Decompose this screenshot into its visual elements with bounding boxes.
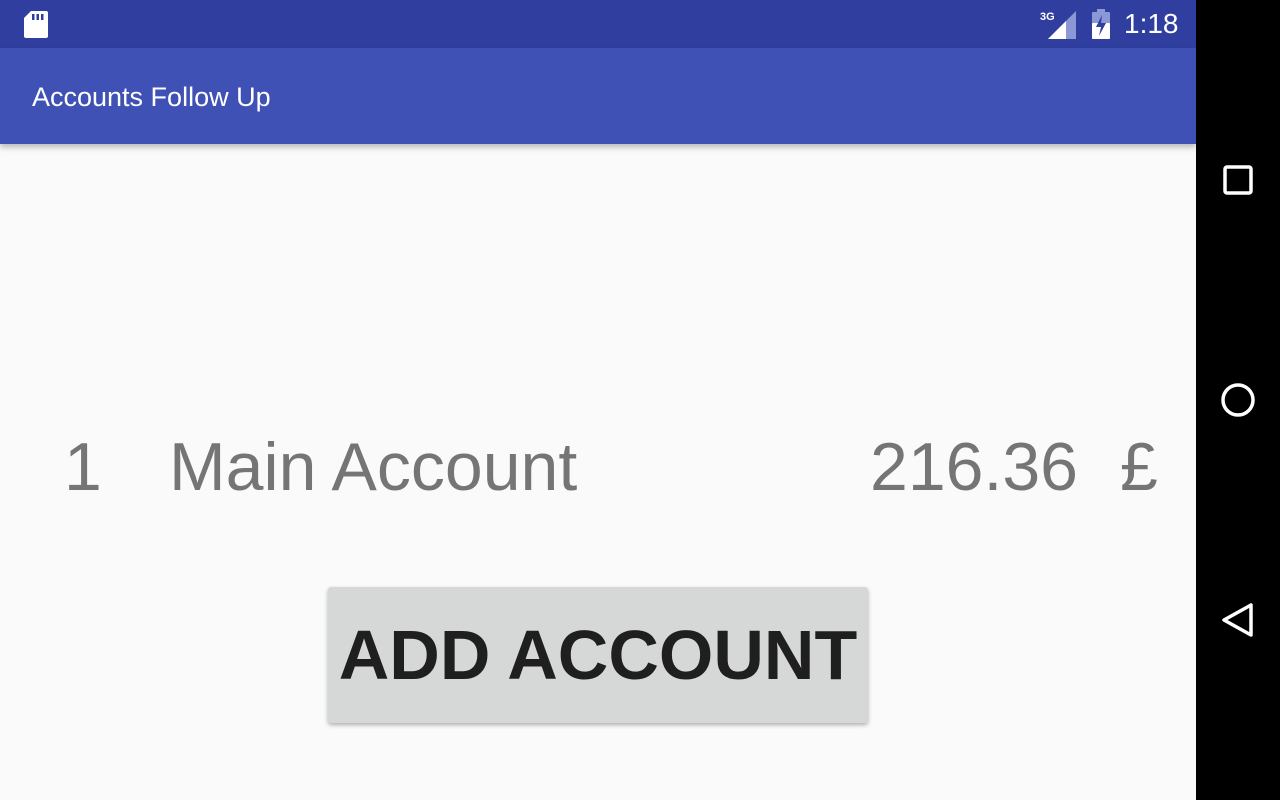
home-icon[interactable] (1214, 376, 1262, 424)
battery-charging-icon (1090, 9, 1112, 39)
network-type-label: 3G (1040, 11, 1055, 23)
status-clock: 1:18 (1124, 8, 1179, 39)
account-balance: 216.36 (870, 429, 1078, 505)
add-account-button[interactable]: ADD ACCOUNT (328, 587, 868, 723)
sd-card-icon (24, 11, 48, 38)
app-title: Accounts Follow Up (32, 82, 271, 112)
account-row[interactable]: 1 Main Account 216.36 £ (0, 425, 1196, 509)
account-name: Main Account (169, 429, 578, 505)
app-toolbar: Accounts Follow Up (0, 48, 1196, 144)
recents-icon[interactable] (1214, 156, 1262, 204)
signal-3g-icon: 3G (1040, 9, 1076, 39)
account-number: 1 (64, 429, 102, 505)
back-icon[interactable] (1214, 596, 1262, 644)
status-bar: 3G 1:18 (0, 0, 1196, 48)
account-currency: £ (1120, 429, 1158, 505)
navigation-bar (1196, 0, 1280, 800)
app-screen: 3G 1:18 Accounts Follow Up 1 Main Accoun… (0, 0, 1196, 800)
